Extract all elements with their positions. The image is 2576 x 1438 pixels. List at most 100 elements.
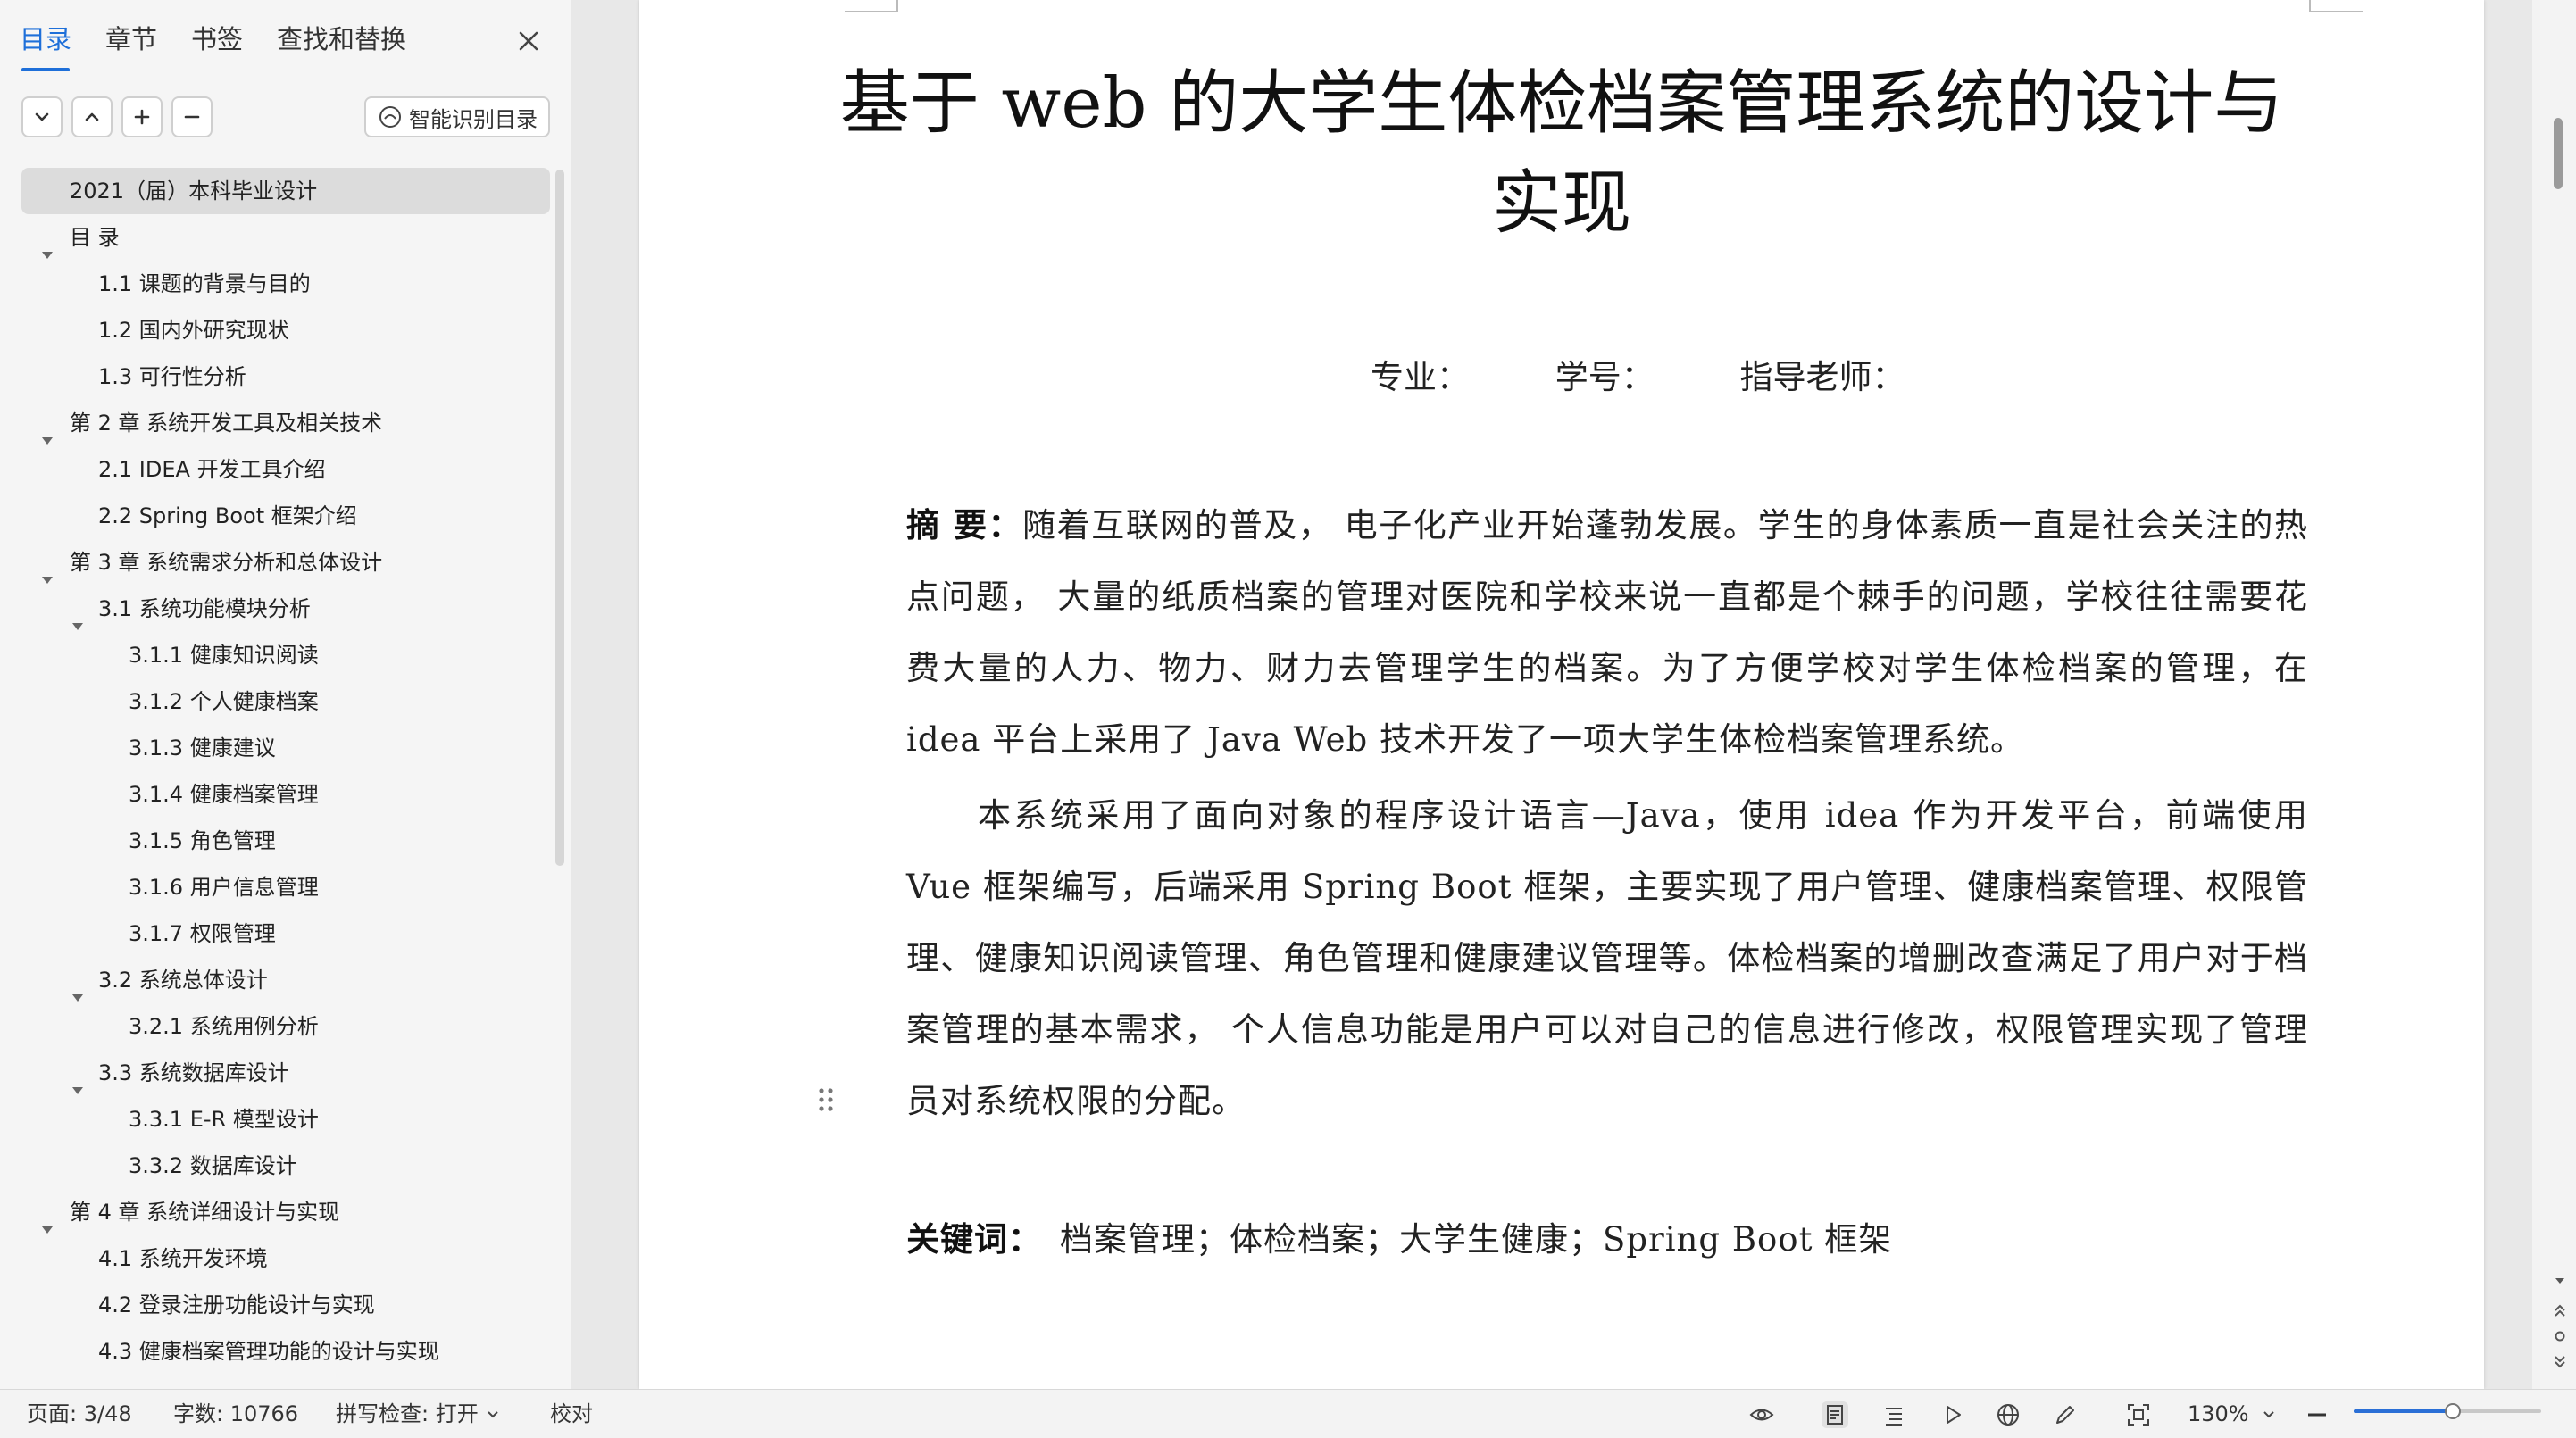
tab-toc[interactable]: 目录 bbox=[20, 20, 71, 71]
expand-triangle-icon[interactable] bbox=[41, 231, 54, 259]
pen-icon[interactable] bbox=[2052, 1401, 2079, 1428]
smart-recognize-toc-button[interactable]: 智能识别目录 bbox=[364, 96, 550, 137]
proofread-button[interactable]: 校对 bbox=[550, 1390, 593, 1438]
toc-item[interactable]: 2.2 Spring Boot 框架介绍 bbox=[21, 493, 550, 539]
web-layout-icon[interactable] bbox=[1995, 1401, 2022, 1428]
toc-item-label: 第 2 章 系统开发工具及相关技术 bbox=[70, 411, 383, 436]
abstract-text-2: 本系统采用了面向对象的程序设计语言—Java，使用 idea 作为开发平台，前端… bbox=[906, 796, 2308, 1120]
toc-item[interactable]: 3.1.7 权限管理 bbox=[21, 910, 550, 957]
smart-button-label: 智能识别目录 bbox=[409, 106, 538, 132]
toc-item[interactable]: 3.1.1 健康知识阅读 bbox=[21, 632, 550, 678]
toc-item-label: 4.2 登录注册功能设计与实现 bbox=[98, 1293, 375, 1317]
toc-item[interactable]: 第 2 章 系统开发工具及相关技术 bbox=[21, 400, 550, 446]
toc-item[interactable]: 2.1 IDEA 开发工具介绍 bbox=[21, 446, 550, 493]
toc-item-label: 3.1.4 健康档案管理 bbox=[129, 782, 319, 807]
toc-item[interactable]: 3.1 系统功能模块分析 bbox=[21, 586, 550, 632]
collapse-down-button[interactable] bbox=[21, 96, 63, 137]
toc-item[interactable]: 3.2.1 系统用例分析 bbox=[21, 1003, 550, 1050]
toc-tree: 2021（届）本科毕业设计目 录 1.1 课题的背景与目的 1.2 国内外研究现状 1… bbox=[21, 168, 550, 1375]
play-icon[interactable] bbox=[1939, 1401, 1966, 1428]
toc-item-label: 第 3 章 系统需求分析和总体设计 bbox=[70, 550, 383, 575]
keywords-text: 档案管理；体检档案；大学生健康；Spring Boot 框架 bbox=[1060, 1220, 1893, 1259]
select-browse-object-icon[interactable] bbox=[2554, 1330, 2566, 1342]
minus-icon bbox=[182, 107, 202, 127]
expand-triangle-icon[interactable] bbox=[41, 1206, 54, 1234]
spell-check-toggle[interactable]: 拼写检查: 打开 bbox=[336, 1390, 498, 1438]
toc-item[interactable]: 1.3 可行性分析 bbox=[21, 353, 550, 400]
zoom-out-icon[interactable] bbox=[2304, 1401, 2330, 1428]
toc-item[interactable]: 3.1.6 用户信息管理 bbox=[21, 864, 550, 910]
toc-item[interactable]: 3.3.2 数据库设计 bbox=[21, 1143, 550, 1189]
tab-find-replace[interactable]: 查找和替换 bbox=[277, 20, 406, 66]
previous-page-icon[interactable] bbox=[2554, 1303, 2566, 1317]
fit-page-icon[interactable] bbox=[2125, 1401, 2152, 1428]
expand-triangle-icon[interactable] bbox=[71, 974, 84, 1002]
toc-item[interactable]: 4.3 健康档案管理功能的设计与实现 bbox=[21, 1328, 550, 1375]
scroll-down-icon[interactable] bbox=[2554, 1276, 2566, 1285]
tab-chapters[interactable]: 章节 bbox=[105, 20, 157, 66]
word-count[interactable]: 字数: 10766 bbox=[173, 1390, 298, 1438]
page-view-icon[interactable] bbox=[1822, 1401, 1848, 1428]
status-bar: 页面: 3/48 字数: 10766 拼写检查: 打开 校对 130% bbox=[0, 1389, 2576, 1438]
expand-triangle-icon[interactable] bbox=[41, 556, 54, 584]
crop-mark bbox=[2309, 11, 2363, 12]
toc-item[interactable]: 第 3 章 系统需求分析和总体设计 bbox=[21, 539, 550, 586]
toc-item[interactable]: 3.1.5 角色管理 bbox=[21, 818, 550, 864]
toc-item[interactable]: 2021（届）本科毕业设计 bbox=[21, 168, 550, 214]
toc-item[interactable]: 3.1.4 健康档案管理 bbox=[21, 771, 550, 818]
major-label: 专业： bbox=[1371, 358, 1470, 396]
toc-item[interactable]: 1.1 课题的背景与目的 bbox=[21, 261, 550, 307]
toc-item-label: 3.1.6 用户信息管理 bbox=[129, 875, 319, 900]
toc-item[interactable]: 第 4 章 系统详细设计与实现 bbox=[21, 1189, 550, 1235]
toc-scrollbar[interactable] bbox=[555, 170, 564, 866]
toc-item[interactable]: 3.2 系统总体设计 bbox=[21, 957, 550, 1003]
toc-item-label: 3.1.5 角色管理 bbox=[129, 828, 276, 853]
chevron-down-icon bbox=[2263, 1411, 2274, 1418]
remove-heading-button[interactable] bbox=[171, 96, 213, 137]
title-line-1: 基于 web 的大学生体检档案管理系统的设计与 bbox=[839, 63, 2284, 144]
zoom-level[interactable]: 130% bbox=[2188, 1390, 2274, 1438]
toc-item-label: 1.2 国内外研究现状 bbox=[98, 318, 289, 343]
student-id-label: 学号： bbox=[1555, 358, 1655, 396]
toc-item-label: 3.1 系统功能模块分析 bbox=[98, 596, 311, 621]
expand-up-button[interactable] bbox=[71, 96, 113, 137]
toc-item[interactable]: 4.2 登录注册功能设计与实现 bbox=[21, 1282, 550, 1328]
add-heading-button[interactable] bbox=[121, 96, 163, 137]
toc-item-label: 4.1 系统开发环境 bbox=[98, 1246, 268, 1271]
page-indicator[interactable]: 页面: 3/48 bbox=[27, 1390, 132, 1438]
toc-item-label: 4.3 健康档案管理功能的设计与实现 bbox=[98, 1339, 439, 1364]
drag-handle-icon[interactable] bbox=[816, 1085, 836, 1114]
toc-item[interactable]: 4.1 系统开发环境 bbox=[21, 1235, 550, 1282]
toc-item-label: 1.1 课题的背景与目的 bbox=[98, 271, 311, 296]
zoom-value: 130% bbox=[2188, 1401, 2249, 1426]
keywords-paragraph[interactable]: 关键词： 档案管理；体检档案；大学生健康；Spring Boot 框架 bbox=[906, 1203, 2308, 1276]
toc-item[interactable]: 3.1.3 健康建议 bbox=[21, 725, 550, 771]
toc-item-label: 3.2 系统总体设计 bbox=[98, 968, 268, 993]
scrollbar-thumb[interactable] bbox=[2554, 118, 2563, 189]
zoom-slider-fill bbox=[2354, 1409, 2454, 1413]
author-meta: 专业： 学号： 指导老师： bbox=[1371, 350, 1905, 398]
vertical-scrollbar[interactable] bbox=[2532, 0, 2576, 1389]
navigation-pane: 目录 章节 书签 查找和替换 智能识别目录 2021（届）本科毕业设计目 录 1.… bbox=[0, 0, 571, 1389]
toc-item[interactable]: 1.2 国内外研究现状 bbox=[21, 307, 550, 353]
toc-item-label: 3.3.2 数据库设计 bbox=[129, 1153, 297, 1178]
next-page-icon[interactable] bbox=[2554, 1355, 2566, 1369]
ai-spark-icon bbox=[377, 104, 404, 130]
toc-item[interactable]: 3.3.1 E-R 模型设计 bbox=[21, 1096, 550, 1143]
tab-bookmarks[interactable]: 书签 bbox=[191, 20, 243, 66]
expand-triangle-icon[interactable] bbox=[41, 417, 54, 445]
spell-check-label: 拼写检查: 打开 bbox=[336, 1401, 479, 1426]
abstract-paragraph-2[interactable]: 本系统采用了面向对象的程序设计语言—Java，使用 idea 作为开发平台，前端… bbox=[906, 780, 2308, 1137]
toc-item-label: 3.1.2 个人健康档案 bbox=[129, 689, 319, 714]
toc-item[interactable]: 目 录 bbox=[21, 214, 550, 261]
abstract-paragraph-1[interactable]: 摘 要：随着互联网的普及， 电子化产业开始蓬勃发展。学生的身体素质一直是社会关注… bbox=[906, 489, 2308, 776]
reading-mode-icon[interactable] bbox=[1748, 1401, 1775, 1428]
outline-view-icon[interactable] bbox=[1880, 1401, 1907, 1428]
toc-item[interactable]: 3.3 系统数据库设计 bbox=[21, 1050, 550, 1096]
keywords-label: 关键词： bbox=[906, 1219, 1042, 1259]
expand-triangle-icon[interactable] bbox=[71, 603, 84, 630]
toc-toolbar bbox=[21, 96, 221, 137]
close-icon[interactable] bbox=[513, 25, 545, 57]
toc-item[interactable]: 3.1.2 个人健康档案 bbox=[21, 678, 550, 725]
expand-triangle-icon[interactable] bbox=[71, 1067, 84, 1094]
